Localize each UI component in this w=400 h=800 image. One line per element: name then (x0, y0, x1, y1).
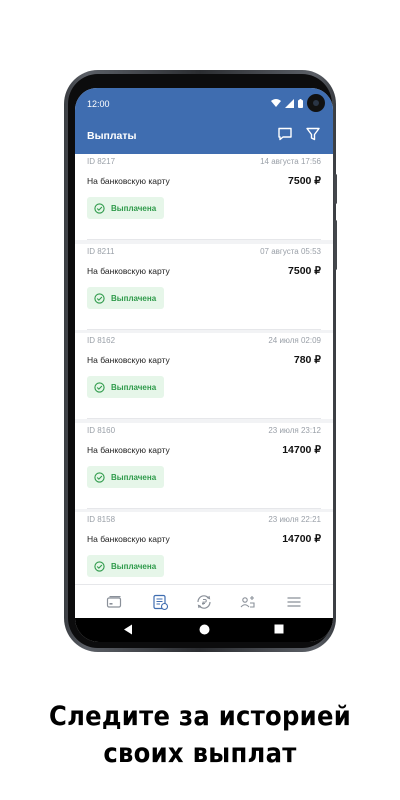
wifi-icon (271, 98, 281, 107)
payout-date: 14 августа 17:56 (260, 157, 321, 166)
phone-frame: 12:00 Выплаты ID 8217 14 августа 17:56 Н… (64, 70, 337, 652)
volume-button (334, 174, 337, 204)
payout-card[interactable]: ID 8217 14 августа 17:56 На банковскую к… (75, 154, 333, 240)
status-label: Выплачена (111, 293, 157, 303)
payout-id: ID 8162 (87, 336, 116, 345)
payout-type: На банковскую карту (87, 534, 170, 544)
recents-icon[interactable] (274, 624, 284, 634)
home-icon[interactable] (199, 624, 210, 635)
phone-bezel: 12:00 Выплаты ID 8217 14 августа 17:56 Н… (68, 74, 333, 648)
status-label: Выплачена (111, 382, 157, 392)
payouts-list-icon[interactable] (151, 593, 169, 611)
divider (87, 239, 321, 240)
battery-icon (298, 98, 303, 108)
power-button (334, 220, 337, 270)
payout-type: На банковскую карту (87, 266, 170, 276)
payout-date: 23 июля 22:21 (268, 515, 321, 524)
status-label: Выплачена (111, 203, 157, 213)
payout-type: На банковскую карту (87, 445, 170, 455)
status-badge: Выплачена (87, 287, 164, 309)
payout-amount: 780 ₽ (293, 354, 321, 366)
bottom-tab-bar (75, 584, 333, 618)
payout-amount: 7500 ₽ (288, 265, 321, 277)
status-time: 12:00 (87, 99, 110, 109)
payout-type: На банковскую карту (87, 355, 170, 365)
caption-line-1: Следите за историей (48, 701, 352, 732)
exchange-icon[interactable] (195, 593, 213, 611)
filter-icon[interactable] (305, 126, 321, 142)
page-title: Выплаты (87, 130, 137, 142)
payout-card[interactable]: ID 8211 07 августа 05:53 На банковскую к… (75, 244, 333, 330)
payout-id: ID 8217 (87, 157, 116, 166)
divider (87, 329, 321, 330)
referral-icon[interactable] (239, 593, 257, 611)
status-badge: Выплачена (87, 197, 164, 219)
payout-id: ID 8160 (87, 426, 116, 435)
status-label: Выплачена (111, 561, 157, 571)
check-circle-icon (94, 202, 105, 214)
payout-amount: 7500 ₽ (288, 175, 321, 187)
phone-screen: 12:00 Выплаты ID 8217 14 августа 17:56 Н… (75, 88, 333, 642)
status-badge: Выплачена (87, 376, 164, 398)
promo-caption: Следите за историей своих выплат (20, 698, 380, 772)
divider (87, 508, 321, 509)
check-circle-icon (94, 381, 105, 393)
promo-screen: 12:00 Выплаты ID 8217 14 августа 17:56 Н… (0, 0, 400, 800)
back-icon[interactable] (123, 624, 133, 635)
payout-date: 23 июля 23:12 (268, 426, 321, 435)
payout-card[interactable]: ID 8158 23 июля 22:21 На банковскую карт… (75, 512, 333, 584)
caption-line-2: своих выплат (103, 738, 297, 769)
check-circle-icon (94, 471, 105, 483)
system-nav-bar (75, 618, 333, 642)
payout-card[interactable]: ID 8160 23 июля 23:12 На банковскую карт… (75, 423, 333, 509)
check-circle-icon (94, 292, 105, 304)
front-camera (307, 94, 325, 112)
payout-date: 07 августа 05:53 (260, 247, 321, 256)
card-icon[interactable] (105, 593, 123, 611)
signal-icon (285, 98, 294, 108)
menu-icon[interactable] (285, 593, 303, 611)
status-label: Выплачена (111, 472, 157, 482)
app-header: 12:00 Выплаты (75, 88, 333, 154)
payout-amount: 14700 ₽ (282, 533, 321, 545)
payout-card[interactable]: ID 8162 24 июля 02:09 На банковскую карт… (75, 333, 333, 419)
payout-date: 24 июля 02:09 (268, 336, 321, 345)
status-badge: Выплачена (87, 466, 164, 488)
payout-id: ID 8211 (87, 247, 115, 256)
payout-type: На банковскую карту (87, 176, 170, 186)
chat-icon[interactable] (277, 126, 293, 142)
payout-id: ID 8158 (87, 515, 116, 524)
payout-list[interactable]: ID 8217 14 августа 17:56 На банковскую к… (75, 154, 333, 584)
payout-amount: 14700 ₽ (282, 444, 321, 456)
divider (87, 418, 321, 419)
status-icons (271, 94, 325, 112)
check-circle-icon (94, 560, 105, 572)
status-badge: Выплачена (87, 555, 164, 577)
